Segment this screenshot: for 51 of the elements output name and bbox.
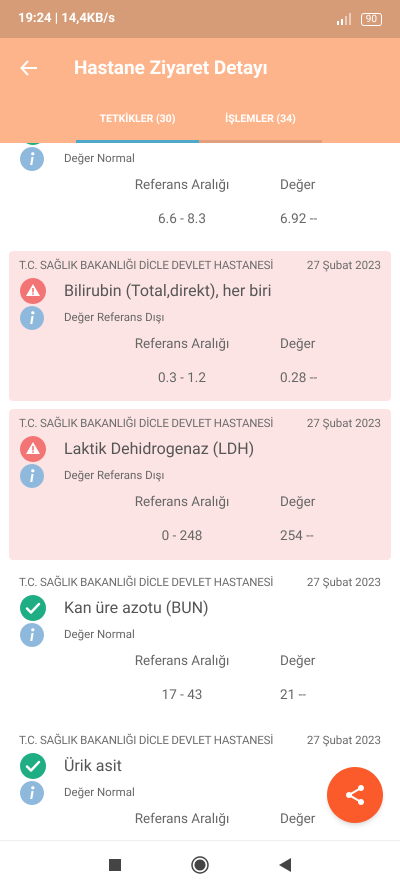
result-value: 21 --	[279, 686, 307, 705]
test-name: Kan üre azotu (BUN)	[64, 596, 209, 618]
result-note: Değer Referans Dışı	[64, 467, 164, 484]
recent-apps-icon[interactable]	[109, 858, 121, 870]
result-note: Değer Referans Dışı	[64, 308, 164, 326]
result-value: 6.92 --	[279, 210, 318, 230]
home-icon[interactable]	[191, 856, 209, 874]
result-note: Değer Normal	[64, 784, 135, 802]
range-label: Referans Aralığı	[134, 334, 230, 354]
check-icon	[20, 594, 46, 620]
result-note: Değer Normal	[64, 150, 135, 168]
range-label: Referans Aralığı	[134, 493, 230, 512]
result-note: Değer Normal	[64, 626, 135, 643]
status-time: 19:24 | 14,4KB/s	[18, 10, 115, 28]
result-date: 27 Şubat 2023	[306, 415, 381, 431]
result-value: 254 --	[279, 527, 315, 546]
range-label: Referans Aralığı	[134, 176, 230, 195]
hospital-name: T.C. SAĞLIK BAKANLIĞI DİCLE DEVLET HASTANESİ	[19, 574, 274, 590]
result-value: 0.28 --	[279, 368, 318, 388]
value-label: Değer	[279, 810, 316, 829]
reference-range: 6.6 - 8.3	[157, 210, 207, 230]
value-label: Değer	[279, 176, 316, 195]
info-icon	[20, 464, 44, 488]
test-name: Ürik asit	[64, 755, 122, 777]
test-name: Bilirubin (Total,direkt), her biri	[64, 280, 272, 302]
hospital-name: T.C. SAĞLIK BAKANLIĞI DİCLE DEVLET HASTANESİ	[19, 732, 274, 748]
value-label: Değer	[279, 334, 316, 354]
info-icon	[20, 622, 44, 646]
hospital-name: T.C. SAĞLIK BAKANLIĞI DİCLE DEVLET HASTANESİ	[19, 256, 274, 272]
battery-indicator: 90	[360, 12, 382, 26]
hospital-name: T.C. SAĞLIK BAKANLIĞI DİCLE DEVLET HASTANESİ	[19, 415, 274, 431]
result-date: 27 Şubat 2023	[306, 732, 381, 748]
back-icon[interactable]	[279, 858, 291, 872]
info-icon	[20, 781, 44, 805]
range-label: Referans Aralığı	[134, 810, 230, 829]
reference-range: 0 - 248	[160, 527, 204, 546]
warning-icon	[20, 278, 46, 304]
reference-range: 17 - 43	[160, 686, 204, 705]
reference-range: 0.3 - 1.2	[157, 368, 207, 388]
page-title: Hastane Ziyaret Detayı	[74, 54, 268, 81]
info-icon	[20, 147, 44, 171]
test-name: Laktik Dehidrogenaz (LDH)	[64, 438, 254, 460]
share-icon	[343, 783, 367, 807]
info-icon	[20, 306, 44, 330]
result-date: 27 Şubat 2023	[306, 256, 381, 272]
range-label: Referans Aralığı	[134, 652, 230, 670]
value-label: Değer	[279, 493, 316, 512]
value-label: Değer	[279, 652, 316, 670]
result-date: 27 Şubat 2023	[306, 574, 381, 590]
warning-icon	[20, 436, 46, 462]
check-icon	[20, 753, 46, 779]
